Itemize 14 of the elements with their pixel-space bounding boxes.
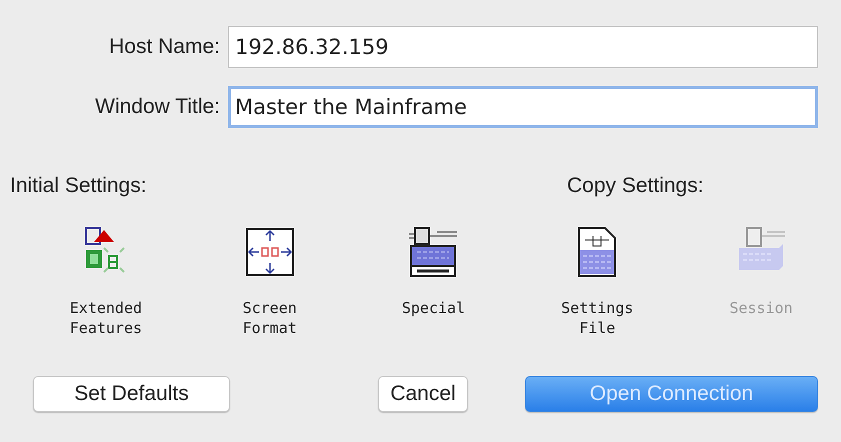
dialog-button[interactable]: Set Defaults: [33, 376, 230, 412]
icon-label[interactable]: Extended Features: [56, 298, 156, 338]
text-field[interactable]: Master the Mainframe: [228, 86, 818, 128]
section-title: Copy Settings:: [567, 174, 705, 198]
icon-label[interactable]: Settings File: [547, 298, 648, 338]
icon-label[interactable]: Screen Format: [220, 298, 320, 338]
field-label: Window Title:: [94, 95, 220, 119]
terminal-icon[interactable]: [407, 226, 460, 278]
text-field[interactable]: 192.86.32.159: [228, 26, 818, 68]
icon-label[interactable]: Special: [383, 298, 484, 318]
section-title: Initial Settings:: [10, 174, 148, 198]
dialog-button[interactable]: Cancel: [378, 376, 468, 412]
frame-arrows-icon[interactable]: [244, 226, 296, 278]
field-label: Host Name:: [108, 35, 220, 59]
